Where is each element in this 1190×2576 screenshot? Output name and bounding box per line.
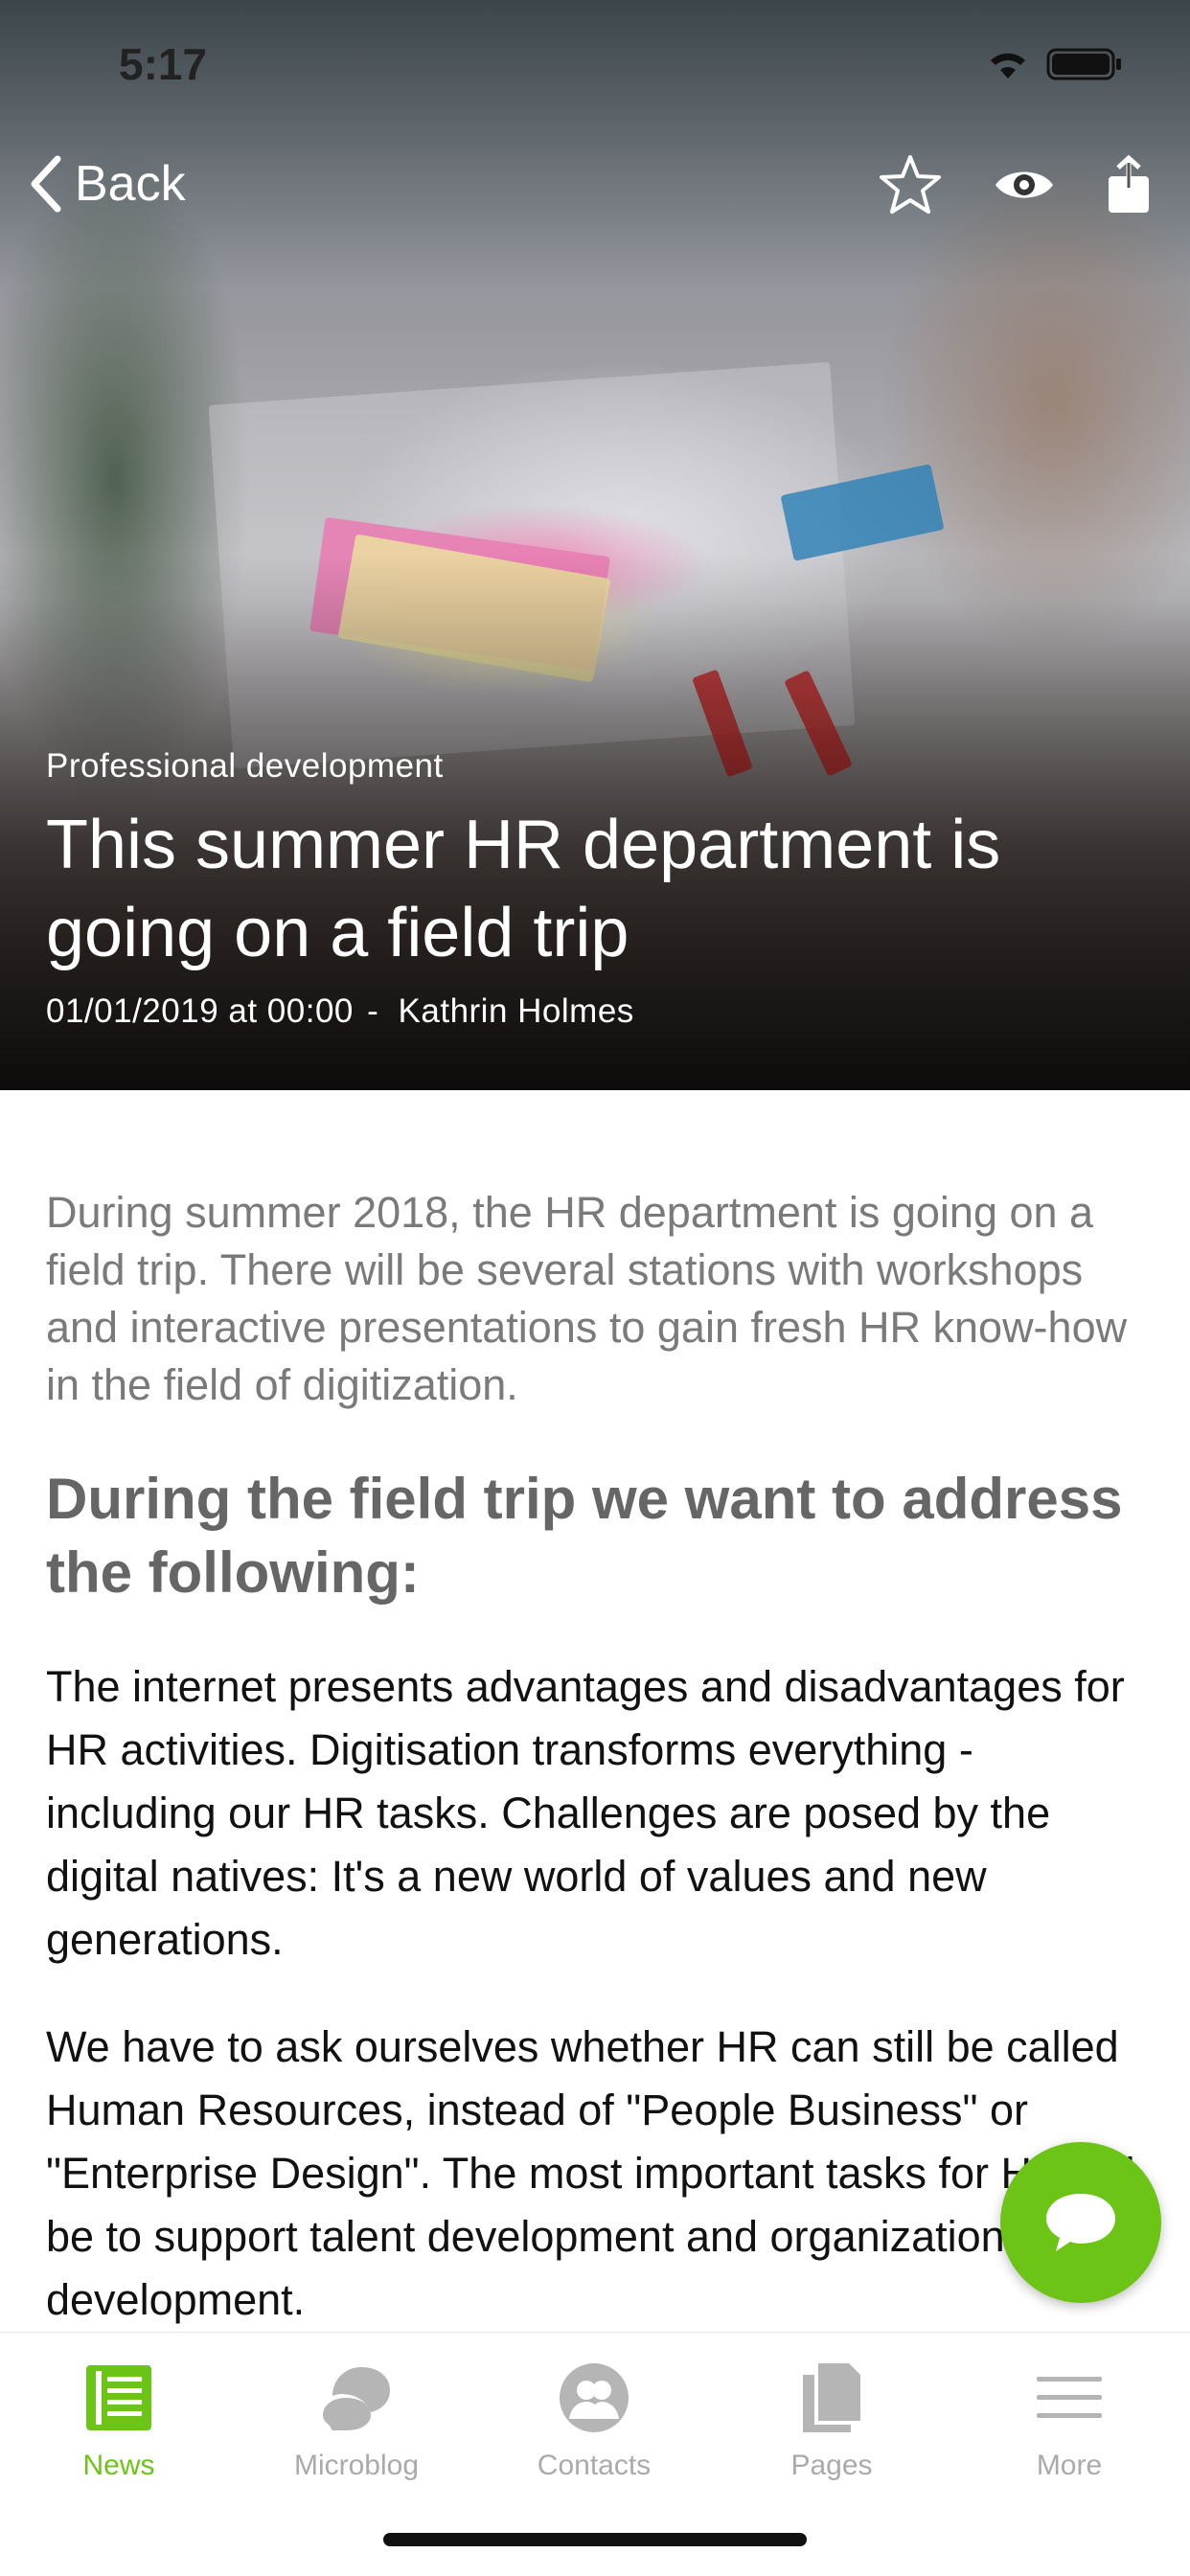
news-icon	[86, 2365, 151, 2430]
article-body: During summer 2018, the HR department is…	[46, 1184, 1148, 2332]
status-bar: 5:17	[0, 38, 1190, 96]
tab-label: Pages	[790, 2450, 873, 2481]
home-indicator	[383, 2533, 807, 2546]
eye-icon[interactable]	[993, 164, 1056, 211]
hero-image: 5:17 Back Professional development This …	[0, 0, 1190, 1090]
article-paragraph: The internet presents advantages and dis…	[46, 1662, 1125, 1964]
article-author[interactable]: Kathrin Holmes	[399, 992, 634, 1030]
article-subheading: During the field trip we want to address…	[46, 1467, 1123, 1605]
battery-icon	[1046, 46, 1123, 87]
microblog-icon	[323, 2367, 390, 2430]
tab-pages[interactable]: Pages	[713, 2359, 950, 2482]
tab-news[interactable]: News	[0, 2359, 238, 2482]
chat-bubble-icon	[1046, 2194, 1115, 2251]
star-icon[interactable]	[878, 153, 943, 221]
back-label: Back	[75, 156, 186, 212]
article-lead: During summer 2018, the HR department is…	[46, 1188, 1128, 1409]
tab-label: More	[1036, 2450, 1103, 2481]
article-date: 01/01/2019 at 00:00	[46, 992, 354, 1030]
share-icon[interactable]	[1106, 154, 1152, 219]
article-paragraph: We have to ask ourselves whether HR can …	[46, 2022, 1135, 2324]
back-button[interactable]: Back	[27, 153, 186, 215]
tab-contacts[interactable]: Contacts	[475, 2359, 713, 2482]
meta-separator: -	[367, 992, 379, 1030]
tab-label: Microblog	[293, 2450, 420, 2481]
nav-bar: Back	[0, 153, 1190, 230]
chevron-left-icon	[31, 155, 61, 213]
article-meta: 01/01/2019 at 00:00 - Kathrin Holmes	[46, 992, 634, 1031]
article-title: This summer HR department is going on a …	[46, 807, 1001, 971]
wifi-icon	[987, 48, 1029, 85]
status-time: 5:17	[119, 39, 208, 89]
tab-microblog[interactable]: Microblog	[238, 2359, 475, 2482]
pages-icon	[803, 2363, 860, 2432]
menu-icon	[1037, 2377, 1102, 2418]
tab-more[interactable]: More	[950, 2359, 1188, 2482]
article-category: Professional development	[46, 747, 444, 785]
tab-label: Contacts	[537, 2450, 652, 2481]
chat-button[interactable]	[1000, 2142, 1161, 2303]
contacts-icon	[560, 2363, 629, 2432]
tab-label: News	[82, 2450, 155, 2481]
